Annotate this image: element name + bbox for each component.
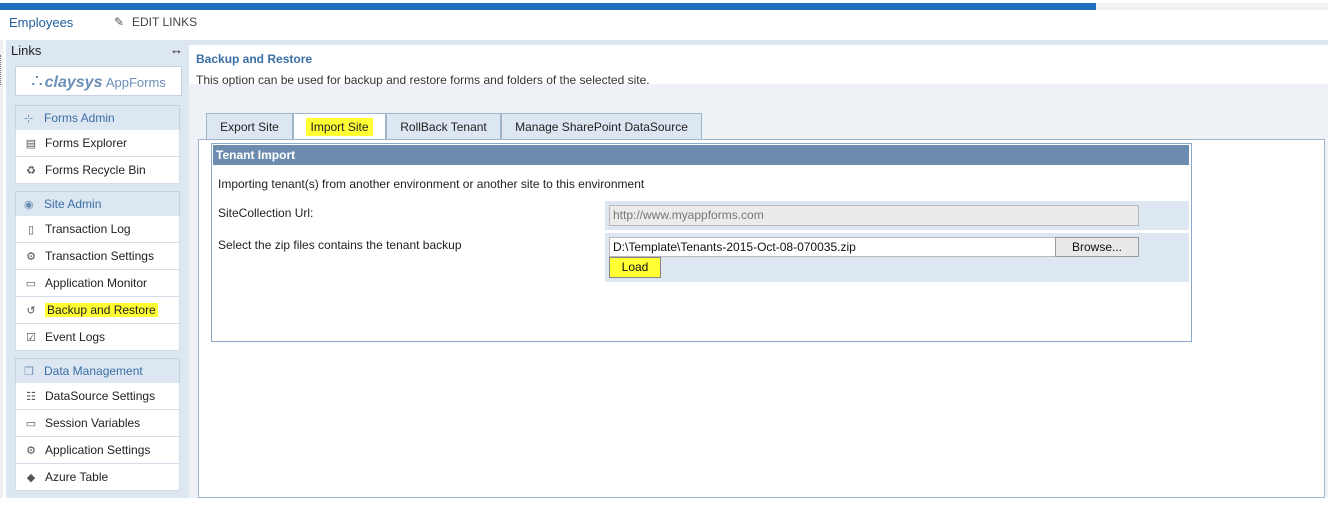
top-bar: Employees ✎ EDIT LINKS [0,0,1328,40]
dotted-marker [0,55,4,85]
tenant-import-description: Importing tenant(s) from another environ… [218,177,645,191]
sidebar-item-label: Forms Recycle Bin [45,163,146,177]
sidebar-item-session-variables[interactable]: ▭ Session Variables [15,410,180,437]
sidebar-item-label: Transaction Log [45,222,131,236]
checklist-icon: ☑ [26,332,36,344]
left-edge-strip [0,40,3,498]
section-label: Data Management [44,364,143,378]
pencil-icon: ✎ [114,15,125,29]
globe-icon: ◉ [24,199,34,211]
datasource-icon: ☷ [26,391,36,403]
tab-import-site[interactable]: Import Site [293,113,386,141]
tab-manage-sharepoint-datasource[interactable]: Manage SharePoint DataSource [501,113,702,139]
recycle-bin-icon: ♻ [26,165,36,177]
sidebar-item-label: Backup and Restore [45,303,158,317]
sidebar-item-label: Event Logs [45,330,106,344]
section-header-forms-admin[interactable]: ⊹ Forms Admin [15,105,180,130]
document-icon: ▯ [27,224,35,236]
sidebar-item-label: Application Settings [45,443,151,457]
history-icon: ↺ [26,305,36,317]
monitor-icon: ▭ [25,278,37,290]
section-data-management: ❐ Data Management ☷ DataSource Settings ▭ S… [15,358,180,491]
sidebar-item-forms-recycle-bin[interactable]: ♻ Forms Recycle Bin [15,157,180,184]
tab-rollback-tenant[interactable]: RollBack Tenant [386,113,501,139]
variables-icon: ▭ [25,418,37,430]
sidebar-item-azure-table[interactable]: ◆ Azure Table [15,464,180,491]
main-header: Backup and Restore This option can be us… [189,40,1328,94]
section-site-admin: ◉ Site Admin ▯ Transaction Log ⚙ Transactio… [15,191,180,351]
sidebar-item-datasource-settings[interactable]: ☷ DataSource Settings [15,383,180,410]
page-description: This option can be used for backup and r… [196,73,650,87]
logo-brand: claysys [44,74,103,91]
zip-file-input[interactable]: D:\Template\Tenants-2015-Oct-08-070035.z… [609,237,1056,257]
sidebar-item-label: DataSource Settings [45,389,156,403]
sidebar-item-label: Forms Explorer [45,136,128,150]
sidebar-item-forms-explorer[interactable]: ▤ Forms Explorer [15,130,180,157]
page-title: Backup and Restore [196,52,313,66]
tab-export-site[interactable]: Export Site [206,113,293,139]
section-header-data-management[interactable]: ❐ Data Management [15,358,180,383]
claysys-appforms-logo[interactable]: ∴ claysys AppForms [15,66,182,96]
nav-employees-link[interactable]: Employees [9,15,73,30]
edit-links-button[interactable]: ✎ EDIT LINKS [114,15,197,29]
edit-links-label: EDIT LINKS [132,15,198,29]
sidebar-toggle-icon[interactable]: ↔ [170,42,183,57]
sidebar-title: Links [11,43,42,58]
settings-document-icon: ⚙ [26,251,36,263]
tab-label: RollBack Tenant [400,120,487,134]
tag-icon: ◆ [26,472,36,484]
load-button[interactable]: Load [609,257,661,278]
tenant-import-title: Tenant Import [213,145,1189,165]
tab-label: Manage SharePoint DataSource [515,120,688,134]
zip-file-label: Select the zip files contains the tenant… [218,238,462,252]
sidebar-item-application-monitor[interactable]: ▭ Application Monitor [15,270,180,297]
logo-sub: AppForms [105,75,166,90]
logo-mark-icon: ∴ [31,71,43,91]
sidebar-item-event-logs[interactable]: ☑ Event Logs [15,324,180,351]
section-label: Site Admin [44,197,102,211]
section-label: Forms Admin [44,111,115,125]
sidebar-item-label: Azure Table [45,470,109,484]
sitecollection-url-label: SiteCollection Url: [218,206,314,220]
sidebar-item-label: Transaction Settings [45,249,154,263]
sidebar-item-label: Session Variables [45,416,141,430]
loading-progress-bar [0,3,1096,10]
sidebar-item-backup-and-restore[interactable]: ↺ Backup and Restore [15,297,180,324]
sitemap-icon: ⊹ [24,113,34,125]
tab-label: Import Site [306,118,373,136]
copy-icon: ❐ [24,366,34,378]
sidebar-item-transaction-log[interactable]: ▯ Transaction Log [15,216,180,243]
sidebar-item-application-settings[interactable]: ⚙ Application Settings [15,437,180,464]
sidebar-item-transaction-settings[interactable]: ⚙ Transaction Settings [15,243,180,270]
section-forms-admin: ⊹ Forms Admin ▤ Forms Explorer ♻ Forms Recy… [15,105,180,184]
app-settings-icon: ⚙ [26,445,36,457]
sitecollection-url-input[interactable]: http://www.myappforms.com [609,205,1139,226]
sidebar: Links ↔ ∴ claysys AppForms ⊹ Forms Admin ▤… [6,40,189,498]
browse-button[interactable]: Browse... [1055,237,1139,257]
tab-label: Export Site [220,120,279,134]
sidebar-item-label: Application Monitor [45,276,148,290]
section-header-site-admin[interactable]: ◉ Site Admin [15,191,180,216]
forms-explorer-icon: ▤ [25,138,37,150]
